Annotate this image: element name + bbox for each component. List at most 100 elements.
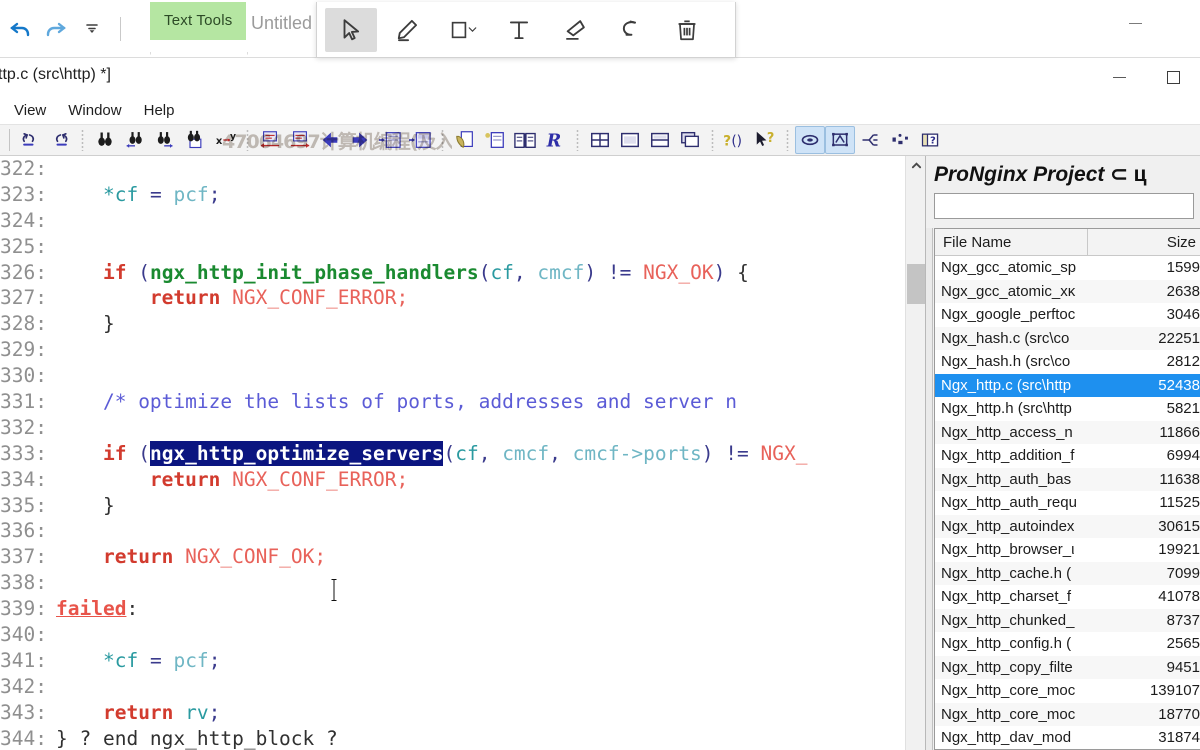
outdent-icon[interactable] bbox=[405, 126, 435, 154]
tile-grid-icon[interactable] bbox=[585, 126, 615, 154]
panel-collapse-arrow-icon[interactable]: ⊂ ц bbox=[1110, 163, 1146, 186]
file-list-row[interactable]: Ngx_http_browser_ι 19921 bbox=[935, 538, 1200, 562]
back-arrow-icon[interactable] bbox=[315, 126, 345, 154]
file-list-row[interactable]: Ngx_gcc_atomic_xĸ 2638 bbox=[935, 279, 1200, 303]
file-list-row[interactable]: Ngx_http_core_moc 139107 bbox=[935, 679, 1200, 703]
code-line[interactable]: 339: failed: bbox=[0, 596, 925, 622]
file-list-row[interactable]: Ngx_http_addition_f 6994 bbox=[935, 444, 1200, 468]
menu-window[interactable]: Window bbox=[58, 98, 131, 123]
undo-annotation-button[interactable] bbox=[605, 8, 657, 52]
toolbar-grip[interactable] bbox=[576, 129, 579, 151]
file-list-row[interactable]: Ngx_google_perftoc 3046 bbox=[935, 303, 1200, 327]
column-header-file-name[interactable]: File Name bbox=[935, 229, 1088, 256]
split-horizontal-icon[interactable] bbox=[645, 126, 675, 154]
eraser-tool-button[interactable] bbox=[549, 8, 601, 52]
code-editor-pane[interactable]: 322: 323: *cf = pcf; 324: 325: 326: if (ngx_… bbox=[0, 156, 925, 750]
project-search-input[interactable] bbox=[934, 193, 1194, 219]
code-line[interactable]: 341: *cf = pcf; bbox=[0, 648, 925, 674]
code-line[interactable]: 323: *cf = pcf; bbox=[0, 182, 925, 208]
toolbar-grip[interactable] bbox=[81, 129, 84, 151]
relation-window-icon[interactable] bbox=[885, 126, 915, 154]
file-list-row[interactable]: Ngx_http_auth_requ 11525 bbox=[935, 491, 1200, 515]
redo-arrow-icon[interactable] bbox=[38, 6, 74, 52]
app-minimize-button[interactable] bbox=[1092, 58, 1146, 96]
file-list-row[interactable]: Ngx_http_autoindex 30615 bbox=[935, 514, 1200, 538]
code-line[interactable]: 330: bbox=[0, 363, 925, 389]
file-list-row[interactable]: Ngx_http_dav_mod 31874 bbox=[935, 726, 1200, 749]
outline-icon[interactable] bbox=[855, 126, 885, 154]
code-line[interactable]: 328: } bbox=[0, 311, 925, 337]
file-list-row[interactable]: Ngx_http_charset_f 41078 bbox=[935, 585, 1200, 609]
file-list-row[interactable]: Ngx_http_chunked_ 8737 bbox=[935, 608, 1200, 632]
file-list-row[interactable]: Ngx_gcc_atomic_sp 1599 bbox=[935, 256, 1200, 280]
column-header-size[interactable]: Size bbox=[1088, 234, 1200, 251]
code-line[interactable]: 326: if (ngx_http_init_phase_handlers(cf… bbox=[0, 260, 925, 286]
find-in-files-icon[interactable] bbox=[180, 126, 210, 154]
toolbar-grip[interactable] bbox=[711, 129, 714, 151]
code-line[interactable]: 322: bbox=[0, 156, 925, 182]
code-line[interactable]: 344:} ? end ngx_http_block ? bbox=[0, 726, 925, 750]
file-list-row[interactable]: Ngx_http_copy_filte 9451 bbox=[935, 655, 1200, 679]
code-line[interactable]: 337: return NGX_CONF_OK; bbox=[0, 544, 925, 570]
code-line[interactable]: 342: bbox=[0, 674, 925, 700]
file-list-row[interactable]: Ngx_http.h (src\http 5821 bbox=[935, 397, 1200, 421]
file-list-row[interactable]: Ngx_http.c (src\http 52438 bbox=[935, 373, 1200, 397]
panel-scroll-strip[interactable] bbox=[926, 228, 933, 750]
tab-text-tools[interactable]: Text Tools bbox=[150, 2, 247, 40]
browse-icon[interactable] bbox=[480, 126, 510, 154]
code-line[interactable]: 333: if (ngx_http_optimize_servers(cf, c… bbox=[0, 440, 925, 467]
code-line[interactable]: 335: } bbox=[0, 493, 925, 519]
book-icon[interactable] bbox=[510, 126, 540, 154]
shape-tool-button[interactable] bbox=[437, 8, 489, 52]
find-previous-icon[interactable] bbox=[120, 126, 150, 154]
indent-icon[interactable] bbox=[375, 126, 405, 154]
file-list-row[interactable]: Ngx_http_core_moc 18770 bbox=[935, 702, 1200, 726]
code-line[interactable]: 343: return rv; bbox=[0, 700, 925, 726]
replace-icon[interactable]: x y bbox=[210, 126, 240, 154]
file-list-row[interactable]: Ngx_http_access_n 11866 bbox=[935, 420, 1200, 444]
file-list-row[interactable]: Ngx_http_cache.h (7099 bbox=[935, 561, 1200, 585]
cascade-icon[interactable] bbox=[675, 126, 705, 154]
text-tool-button[interactable] bbox=[493, 8, 545, 52]
code-line[interactable]: 338: bbox=[0, 570, 925, 596]
find-icon[interactable] bbox=[90, 126, 120, 154]
app-maximize-button[interactable] bbox=[1146, 58, 1200, 96]
file-list-row[interactable]: Ngx_http_auth_bas 11638 bbox=[935, 467, 1200, 491]
code-line[interactable]: 332: bbox=[0, 415, 925, 441]
scrollbar-thumb[interactable] bbox=[907, 264, 925, 304]
toolbar-grip[interactable] bbox=[786, 129, 789, 151]
toolbar-grip[interactable] bbox=[246, 129, 249, 151]
jump-back-icon[interactable] bbox=[255, 126, 285, 154]
pen-tool-button[interactable] bbox=[381, 8, 433, 52]
snip-minimize-button[interactable] bbox=[1112, 0, 1158, 46]
more-options-icon[interactable] bbox=[74, 6, 110, 52]
symbol-window-icon[interactable] bbox=[795, 126, 825, 154]
scroll-up-arrow-icon[interactable] bbox=[906, 156, 925, 174]
file-list-row[interactable]: Ngx_hash.h (src\co 2812 bbox=[935, 350, 1200, 374]
menu-view[interactable]: View bbox=[4, 98, 56, 123]
chevron-down-icon[interactable] bbox=[466, 23, 479, 36]
undo-icon[interactable] bbox=[15, 126, 45, 154]
file-list-row[interactable]: Ngx_hash.c (src\co 22251 bbox=[935, 326, 1200, 350]
select-tool-button[interactable] bbox=[325, 7, 377, 52]
redo-icon[interactable] bbox=[45, 126, 75, 154]
file-list-row[interactable]: Ngx_http_config.h (2565 bbox=[935, 632, 1200, 656]
find-next-icon[interactable] bbox=[150, 126, 180, 154]
relation-icon[interactable]: R bbox=[540, 126, 570, 154]
context-window-icon[interactable] bbox=[825, 126, 855, 154]
code-line[interactable]: 324: bbox=[0, 208, 925, 234]
pointer-help-icon[interactable]: ? bbox=[750, 126, 780, 154]
code-line[interactable]: 340: bbox=[0, 622, 925, 648]
single-window-icon[interactable] bbox=[615, 126, 645, 154]
code-line[interactable]: 329: bbox=[0, 337, 925, 363]
code-line[interactable]: 331: /* optimize the lists of ports, add… bbox=[0, 389, 925, 415]
code-line[interactable]: 336: bbox=[0, 518, 925, 544]
code-line[interactable]: 327: return NGX_CONF_ERROR; bbox=[0, 285, 925, 311]
code-line[interactable]: 325: bbox=[0, 234, 925, 260]
toolbar-grip[interactable] bbox=[441, 129, 444, 151]
properties-icon[interactable]: ? bbox=[915, 126, 945, 154]
bookmark-icon[interactable] bbox=[450, 126, 480, 154]
forward-arrow-icon[interactable] bbox=[345, 126, 375, 154]
delete-annotation-button[interactable] bbox=[661, 8, 713, 52]
code-line[interactable]: 334: return NGX_CONF_ERROR; bbox=[0, 467, 925, 493]
